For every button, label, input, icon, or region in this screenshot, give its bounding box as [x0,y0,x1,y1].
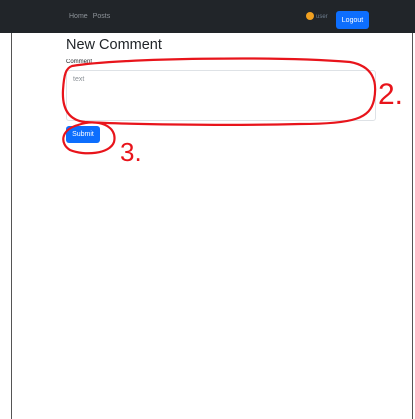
submit-button[interactable]: Submit [66,126,100,143]
comment-textarea[interactable] [66,70,376,121]
nav-links: Home Posts [69,0,110,33]
user-menu[interactable]: user [306,0,328,33]
user-name: user [316,13,328,20]
avatar-icon [306,11,314,20]
annotation-mark-2: 2. [378,78,403,111]
logout-button[interactable]: Logout [336,11,369,29]
nav-link-home[interactable]: Home [69,13,88,20]
page-title: New Comment [66,37,162,53]
viewport-border-left [11,33,12,419]
annotation-overlay: 2. 3. [61,57,403,167]
nav-link-posts[interactable]: Posts [93,13,111,20]
annotation-mark-3: 3. [120,137,142,167]
viewport-border-right [412,33,413,419]
comment-label: Comment [66,59,93,65]
top-navbar: Home Posts user Logout [0,0,415,33]
